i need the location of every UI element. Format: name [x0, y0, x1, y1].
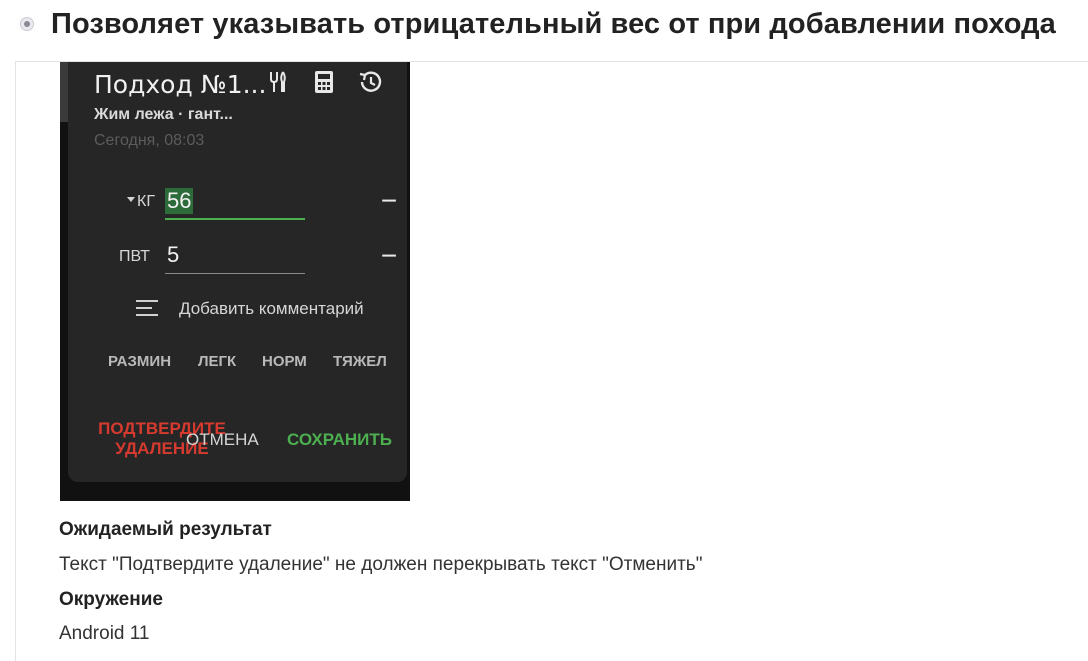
dialog-title: Подход №1... [94, 70, 267, 99]
bullet-icon [20, 17, 34, 31]
weight-input[interactable]: 56 [165, 186, 305, 220]
weight-unit-label[interactable]: КГ [137, 193, 155, 211]
add-comment-label: Добавить комментарий [179, 299, 364, 318]
reps-input-underline [165, 273, 305, 274]
environment-text: Android 11 [59, 623, 150, 644]
expected-result-label: Ожидаемый результат [59, 519, 272, 540]
exercise-name: Жим лежа · гант... [94, 106, 233, 123]
tag-normal[interactable]: НОРМ [262, 353, 307, 370]
set-date: Сегодня, 08:03 [94, 132, 205, 149]
cancel-button[interactable]: ОТМЕНА [186, 430, 259, 450]
screenshot-attachment[interactable]: Подход №1... Жим лежа · гант... Сегодня,… [60, 62, 410, 501]
unit-dropdown-caret-icon[interactable] [127, 197, 135, 202]
tag-light[interactable]: ЛЕГК [198, 353, 236, 370]
history-icon[interactable] [356, 68, 384, 96]
background-edge [60, 62, 68, 122]
reps-input[interactable]: 5 [165, 240, 305, 274]
tools-icon[interactable] [264, 68, 292, 96]
calculator-icon[interactable] [310, 68, 338, 96]
weight-minus-button[interactable]: − [377, 187, 401, 215]
weight-input-underline [165, 218, 305, 220]
set-dialog: Подход №1... Жим лежа · гант... Сегодня,… [68, 62, 407, 482]
reps-label: ПВТ [119, 248, 150, 265]
issue-heading: Позволяет указывать отрицательный вес от… [0, 0, 1088, 56]
expected-result-text: Текст "Подтвердите удаление" не должен п… [59, 554, 703, 575]
reps-value: 5 [167, 242, 180, 267]
tag-warmup[interactable]: РАЗМИН [108, 353, 171, 370]
save-button[interactable]: СОХРАНИТЬ [287, 430, 392, 450]
issue-title: Позволяет указывать отрицательный вес от… [51, 8, 1056, 40]
weight-value: 56 [165, 188, 194, 214]
comment-lines-icon [136, 300, 158, 316]
tag-heavy[interactable]: ТЯЖЕЛ [333, 353, 387, 370]
environment-label: Окружение [59, 589, 163, 610]
reps-minus-button[interactable]: − [377, 242, 401, 270]
